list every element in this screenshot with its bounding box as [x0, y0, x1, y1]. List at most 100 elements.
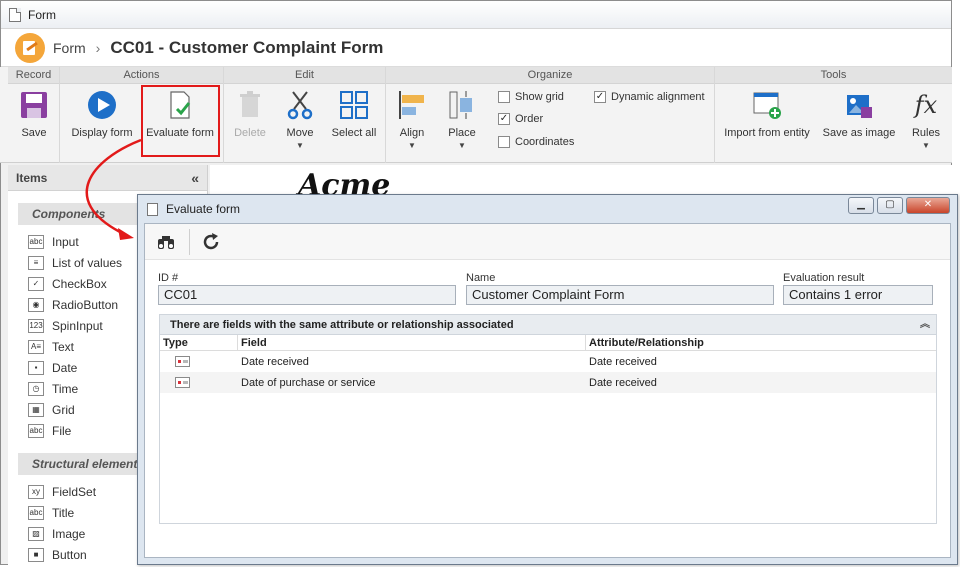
type-cell — [160, 377, 238, 388]
group-organize: Organize — [386, 67, 715, 163]
component-type-icon: 123 — [28, 318, 44, 333]
align-dropdown-caret-icon[interactable]: ▼ — [394, 141, 430, 150]
minimize-icon[interactable]: ▁ — [848, 197, 874, 214]
coordinates-checkbox[interactable]: Coordinates — [498, 136, 574, 148]
floppy-icon — [18, 89, 50, 121]
evaluation-result-field: Contains 1 error — [783, 285, 933, 305]
breadcrumb-form[interactable]: Form — [53, 40, 86, 56]
list-item-label: Title — [52, 505, 75, 520]
list-item-label: Date — [52, 360, 78, 375]
window-title: Form — [28, 7, 56, 22]
play-icon — [86, 89, 118, 121]
save-button[interactable]: Save — [14, 89, 54, 139]
field-cell: Date of purchase or service — [241, 376, 376, 389]
move-button[interactable]: Move ▼ — [282, 89, 318, 150]
group-organize-title: Organize — [386, 67, 714, 84]
component-type-icon: ✓ — [28, 276, 44, 291]
component-type-icon: xy — [28, 484, 44, 499]
component-type-icon: abc — [28, 505, 44, 520]
place-button[interactable]: Place ▼ — [444, 89, 480, 150]
results-grid: There are fields with the same attribute… — [159, 314, 937, 524]
list-item-label: CheckBox — [52, 276, 107, 291]
rules-label: Rules — [911, 127, 941, 139]
column-field[interactable]: Field — [238, 335, 586, 350]
component-type-icon: ■ — [28, 547, 44, 562]
delete-label: Delete — [234, 127, 266, 139]
import-from-entity-button[interactable]: Import from entity — [722, 89, 812, 139]
dialog-toolbar — [145, 224, 950, 260]
order-label: Order — [515, 113, 544, 125]
list-item-label: Time — [52, 381, 79, 396]
date-field-icon — [175, 356, 190, 367]
place-label: Place — [448, 127, 476, 139]
function-icon: fx — [914, 91, 938, 119]
refresh-icon[interactable] — [198, 229, 224, 255]
component-type-icon: A≡ — [28, 339, 44, 354]
dialog-title: Evaluate form — [166, 202, 241, 216]
column-attribute[interactable]: Attribute/Relationship — [586, 335, 936, 350]
move-dropdown-caret-icon[interactable]: ▼ — [282, 141, 318, 150]
component-type-icon: ▦ — [28, 402, 44, 417]
align-label: Align — [399, 127, 425, 139]
coordinates-check-icon[interactable] — [498, 136, 510, 148]
table-row[interactable]: Date of purchase or service Date receive… — [160, 372, 936, 393]
document-icon — [9, 7, 21, 22]
align-icon — [396, 89, 428, 121]
close-icon[interactable]: ✕ — [906, 197, 950, 214]
dynamic-alignment-checkbox[interactable]: ✓ Dynamic alignment — [594, 91, 705, 103]
order-check-icon[interactable]: ✓ — [498, 113, 510, 125]
table-row[interactable]: Date received Date received — [160, 351, 936, 372]
items-panel-header: Items « — [8, 165, 207, 191]
attribute-cell: Date received — [589, 355, 657, 368]
evaluation-result-label: Evaluation result — [783, 272, 865, 284]
dialog-body: ID # CC01 Name Customer Complaint Form E… — [144, 223, 951, 558]
show-grid-checkbox[interactable]: Show grid — [498, 91, 564, 103]
attribute-cell: Date received — [589, 376, 657, 389]
save-image-icon — [843, 89, 875, 121]
maximize-icon[interactable]: ▢ — [877, 197, 903, 214]
component-type-icon: ▨ — [28, 526, 44, 541]
list-item-label: List of values — [52, 255, 123, 270]
evaluate-form-highlight — [141, 85, 220, 157]
collapse-panel-icon[interactable]: « — [191, 170, 199, 186]
select-all-icon — [338, 89, 370, 121]
grid-title: There are fields with the same attribute… — [170, 319, 514, 331]
dynamic-alignment-check-icon[interactable]: ✓ — [594, 91, 606, 103]
group-edit-title: Edit — [224, 67, 385, 84]
rules-button[interactable]: fx Rules ▼ — [906, 89, 946, 150]
import-entity-icon — [751, 89, 783, 121]
id-field: CC01 — [158, 285, 456, 305]
display-form-label: Display form — [71, 127, 133, 139]
save-label: Save — [21, 127, 47, 139]
group-record-title: Record — [8, 67, 59, 84]
rules-dropdown-caret-icon[interactable]: ▼ — [906, 141, 946, 150]
select-all-button[interactable]: Select all — [330, 89, 378, 139]
component-type-icon: abc — [28, 234, 44, 249]
collapse-up-icon[interactable]: ︽ — [920, 315, 930, 335]
list-item-label: Image — [52, 526, 86, 541]
type-cell — [160, 356, 238, 367]
component-type-icon: ◷ — [28, 381, 44, 396]
order-checkbox[interactable]: ✓ Order — [498, 113, 543, 125]
list-item-label: Text — [52, 339, 75, 354]
select-all-label: Select all — [331, 127, 377, 139]
grid-header[interactable]: There are fields with the same attribute… — [160, 315, 936, 335]
component-type-icon: ◉ — [28, 297, 44, 312]
list-item-label: FieldSet — [52, 484, 97, 499]
binoculars-icon[interactable] — [153, 229, 179, 255]
move-label: Move — [286, 127, 314, 139]
display-form-button[interactable]: Display form — [66, 89, 138, 139]
delete-button[interactable]: Delete — [232, 89, 268, 139]
align-button[interactable]: Align ▼ — [394, 89, 430, 150]
name-field: Customer Complaint Form — [466, 285, 774, 305]
save-as-image-button[interactable]: Save as image — [820, 89, 898, 139]
show-grid-check-icon[interactable] — [498, 91, 510, 103]
grid-columns: Type Field Attribute/Relationship — [160, 335, 936, 351]
column-type[interactable]: Type — [160, 335, 238, 350]
id-label: ID # — [158, 272, 179, 284]
toolbar-separator — [189, 228, 190, 255]
place-dropdown-caret-icon[interactable]: ▼ — [444, 141, 480, 150]
list-item-label: RadioButton — [52, 297, 119, 312]
trash-icon — [234, 89, 266, 121]
scissors-icon — [284, 89, 316, 121]
